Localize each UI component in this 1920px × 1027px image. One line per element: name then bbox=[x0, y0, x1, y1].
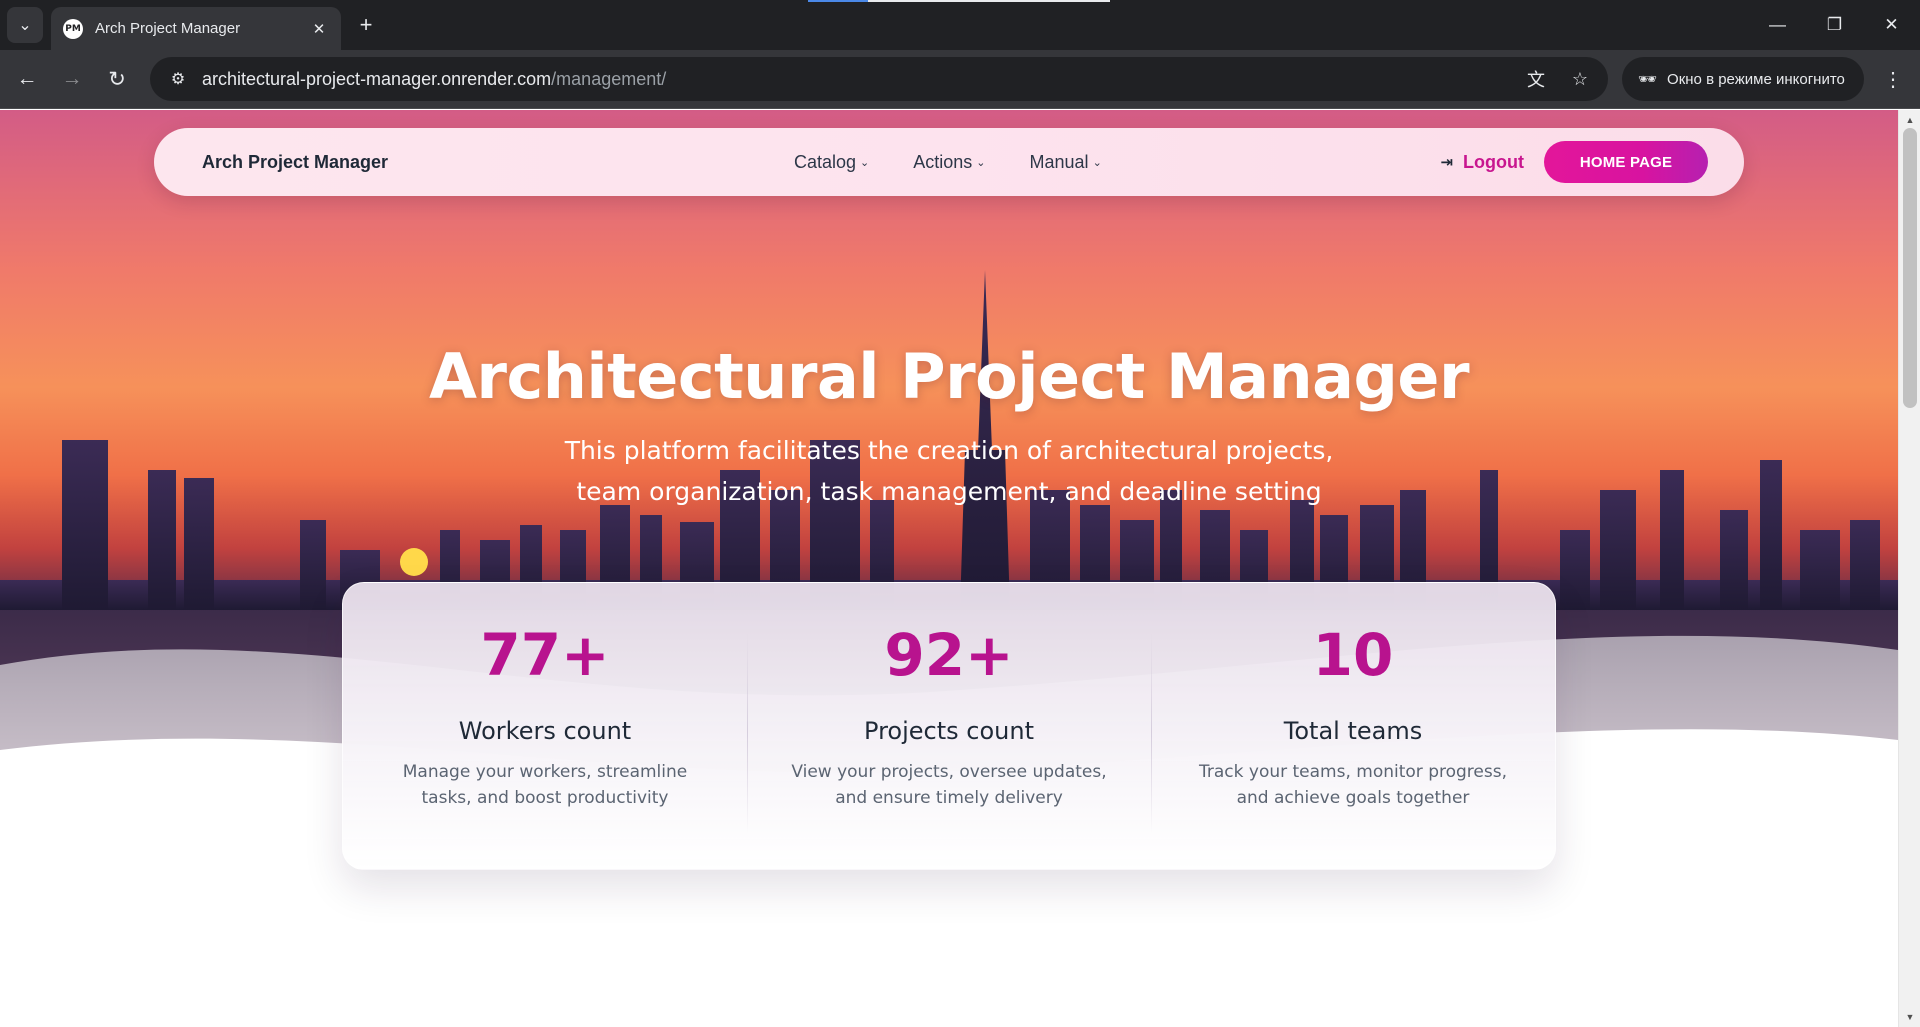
browser-tab-active[interactable]: PM Arch Project Manager ✕ bbox=[51, 7, 341, 50]
stat-teams: 10 Total teams Track your teams, monitor… bbox=[1151, 583, 1555, 869]
nav-manual-dropdown[interactable]: Manual ⌄ bbox=[1030, 152, 1102, 173]
url-path: /management/ bbox=[551, 68, 667, 89]
chevron-down-icon: ⌄ bbox=[860, 155, 870, 169]
browser-menu-icon[interactable]: ⋮ bbox=[1876, 62, 1910, 96]
logout-label: Logout bbox=[1463, 151, 1524, 172]
hero-subtitle: This platform facilitates the creation o… bbox=[564, 436, 1334, 506]
stat-description: Track your teams, monitor progress, and … bbox=[1199, 762, 1507, 808]
tab-favicon-icon: PM bbox=[63, 18, 83, 39]
page-scrollbar[interactable]: ▲ ▼ bbox=[1898, 110, 1920, 1027]
hero-title: Architectural Project Manager bbox=[428, 340, 1470, 413]
tab-search-button[interactable]: ⌄ bbox=[7, 7, 43, 43]
close-window-icon[interactable]: ✕ bbox=[1863, 0, 1920, 50]
minimize-icon[interactable]: — bbox=[1749, 0, 1806, 50]
nav-catalog-dropdown[interactable]: Catalog ⌄ bbox=[794, 152, 869, 173]
logout-icon: ⇥ bbox=[1440, 153, 1454, 171]
chevron-down-icon: ⌄ bbox=[1092, 155, 1102, 169]
stat-label: Projects count bbox=[864, 717, 1034, 745]
incognito-indicator[interactable]: 🕶 Окно в режиме инкогнито bbox=[1622, 57, 1864, 101]
stat-value: 10 bbox=[1312, 621, 1394, 689]
stat-value: 77+ bbox=[480, 621, 610, 689]
window-controls: — ❐ ✕ bbox=[1749, 0, 1920, 50]
page-viewport: Arch Project Manager Catalog ⌄ Actions ⌄… bbox=[0, 110, 1898, 1027]
forward-arrow-icon[interactable]: → bbox=[55, 62, 89, 96]
stat-value: 92+ bbox=[884, 621, 1014, 689]
chevron-down-icon: ⌄ bbox=[976, 155, 986, 169]
stat-description: View your projects, oversee updates, and… bbox=[791, 762, 1107, 808]
chevron-down-icon: ⌄ bbox=[18, 17, 32, 34]
hero-wave-divider bbox=[0, 635, 1898, 1027]
nav-actions-label: Actions bbox=[913, 151, 973, 172]
logout-link[interactable]: ⇥ Logout bbox=[1440, 152, 1524, 173]
incognito-icon: 🕶 bbox=[1638, 71, 1658, 88]
nav-menu: Catalog ⌄ Actions ⌄ Manual ⌄ bbox=[794, 128, 1102, 196]
nav-right-actions: ⇥ Logout HOME PAGE bbox=[1440, 128, 1708, 196]
url-host: architectural-project-manager.onrender.c… bbox=[202, 68, 552, 89]
nav-manual-label: Manual bbox=[1029, 151, 1089, 172]
stat-workers: 77+ Workers count Manage your workers, s… bbox=[343, 583, 747, 869]
stat-label: Workers count bbox=[458, 717, 632, 745]
tab-loading-indicator bbox=[808, 0, 1110, 2]
back-arrow-icon[interactable]: ← bbox=[10, 62, 44, 96]
stat-description: Manage your workers, streamline tasks, a… bbox=[402, 762, 688, 808]
browser-tab-strip: ⌄ PM Arch Project Manager ✕ + — ❐ ✕ bbox=[0, 0, 1920, 50]
nav-catalog-label: Catalog bbox=[794, 151, 857, 172]
close-tab-icon[interactable]: ✕ bbox=[309, 19, 329, 39]
site-info-icon[interactable]: ⚙ bbox=[164, 65, 192, 93]
tab-title: Arch Project Manager bbox=[95, 20, 241, 37]
browser-toolbar: ← → ↻ ⚙ architectural-project-manager.on… bbox=[0, 50, 1920, 109]
scroll-up-arrow-icon[interactable]: ▲ bbox=[1899, 112, 1920, 128]
restore-icon[interactable]: ❐ bbox=[1806, 0, 1863, 50]
address-bar[interactable]: ⚙ architectural-project-manager.onrender… bbox=[150, 57, 1608, 101]
reload-icon[interactable]: ↻ bbox=[100, 62, 134, 96]
home-page-button[interactable]: HOME PAGE bbox=[1544, 141, 1708, 183]
stat-projects: 92+ Projects count View your projects, o… bbox=[747, 583, 1151, 869]
scrollbar-thumb[interactable] bbox=[1903, 128, 1917, 408]
stats-card: 77+ Workers count Manage your workers, s… bbox=[342, 582, 1556, 870]
new-tab-button[interactable]: + bbox=[352, 11, 380, 39]
incognito-label: Окно в режиме инкогнито bbox=[1667, 70, 1845, 88]
nav-actions-dropdown[interactable]: Actions ⌄ bbox=[913, 152, 985, 173]
site-navbar: Arch Project Manager Catalog ⌄ Actions ⌄… bbox=[154, 128, 1744, 196]
scroll-down-arrow-icon[interactable]: ▼ bbox=[1899, 1009, 1920, 1025]
translate-icon[interactable]: 文 bbox=[1522, 65, 1550, 93]
stat-label: Total teams bbox=[1283, 717, 1423, 745]
brand-logo-text[interactable]: Arch Project Manager bbox=[202, 152, 388, 173]
bookmark-star-icon[interactable]: ☆ bbox=[1566, 65, 1594, 93]
